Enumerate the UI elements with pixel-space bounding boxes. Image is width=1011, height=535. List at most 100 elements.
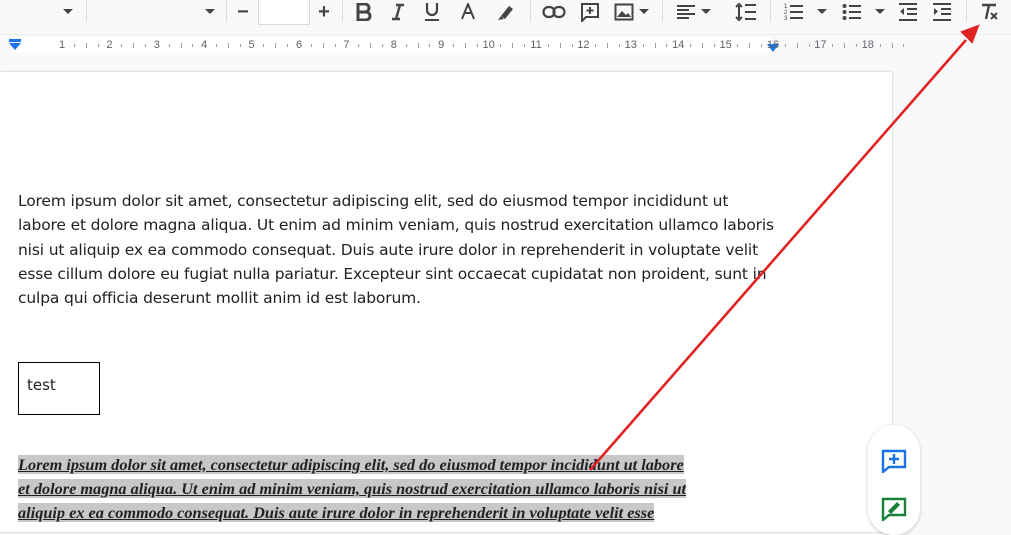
add-comment-icon[interactable] (881, 449, 907, 478)
ruler-number: 3 (153, 39, 160, 51)
ruler-tick (358, 44, 360, 47)
table-cell[interactable]: test (18, 362, 100, 415)
ruler-number: 10 (482, 39, 495, 51)
ruler-tick (855, 44, 857, 47)
formatted-line: aliquip ex ea commodo consequat. Duis au… (18, 503, 655, 523)
ruler-tick (618, 44, 620, 47)
ruler-tick (381, 44, 383, 47)
ruler-tick (417, 43, 419, 48)
ruler-tick (713, 44, 715, 47)
plus-label: + (318, 0, 330, 23)
align-dropdown-chevron-icon[interactable] (698, 0, 714, 24)
image-icon[interactable] (612, 0, 636, 24)
ruler-tick (476, 44, 478, 47)
ruler-number: 17 (814, 39, 827, 51)
ruler-tick (144, 44, 146, 47)
ruler-tick (524, 44, 526, 47)
ruler-tick (796, 43, 798, 48)
toolbar: − + 123 (0, 0, 1011, 28)
ruler-number: 2 (106, 39, 113, 51)
suggest-edit-icon[interactable] (881, 497, 907, 526)
ruler-number: 8 (390, 39, 397, 51)
ruler-tick (761, 44, 763, 47)
ruler-tick (808, 44, 810, 47)
ruler-tick (571, 44, 573, 47)
formatted-selected-paragraph[interactable]: Lorem ipsum dolor sit amet, consectetur … (18, 453, 798, 526)
clear-formatting-icon[interactable] (976, 0, 1002, 24)
underline-icon[interactable] (420, 0, 444, 24)
toolbar-divider (226, 0, 227, 22)
ruler-number: 11 (530, 39, 542, 51)
text-color-icon[interactable] (456, 0, 480, 24)
font-dropdown-chevron-icon[interactable] (200, 0, 220, 24)
left-indent-marker-icon[interactable] (8, 39, 22, 51)
ruler-tick (595, 44, 597, 47)
body-paragraph[interactable]: Lorem ipsum dolor sit amet, consectetur … (18, 189, 778, 310)
numbered-list-dropdown-chevron-icon[interactable] (814, 0, 830, 24)
ruler-tick (73, 44, 75, 47)
link-icon[interactable] (540, 0, 568, 24)
ruler-number: 13 (624, 39, 637, 51)
horizontal-ruler[interactable]: 1 2 3 4 5 6 7 8 9 10 11 12 13 14 15 16 17 18 (0, 34, 1011, 55)
highlight-icon[interactable] (494, 0, 518, 24)
align-icon[interactable] (674, 0, 698, 24)
ruler-tick (121, 44, 123, 47)
ruler-tick (701, 43, 703, 48)
ruler-tick (310, 44, 312, 47)
formatted-line: Lorem ipsum dolor sit amet, consectetur … (18, 455, 684, 474)
ruler-tick (559, 43, 561, 48)
line-spacing-icon[interactable] (734, 0, 758, 24)
ruler-number: 18 (861, 39, 874, 51)
ruler-tick (737, 44, 739, 47)
ruler-tick (192, 44, 194, 47)
decrease-indent-icon[interactable] (896, 0, 920, 24)
toolbar-divider (662, 0, 663, 22)
ruler-number: 4 (201, 39, 208, 51)
ruler-number: 6 (295, 39, 303, 51)
ruler-number: 9 (438, 39, 445, 51)
ruler-tick (607, 43, 609, 48)
ruler-tick (334, 44, 336, 47)
toolbar-divider (966, 0, 967, 22)
toolbar-divider (770, 0, 771, 22)
bulleted-list-dropdown-chevron-icon[interactable] (872, 0, 888, 24)
ruler-tick (844, 43, 846, 48)
ruler-number: 5 (248, 39, 255, 51)
ruler-tick (239, 44, 241, 47)
increase-indent-icon[interactable] (930, 0, 954, 24)
bulleted-list-icon[interactable] (840, 0, 864, 24)
ruler-tick (133, 43, 135, 48)
ruler-number: 14 (672, 39, 685, 51)
decrease-font-size-button[interactable]: − (228, 0, 258, 24)
ruler-tick (370, 43, 372, 48)
ruler-tick (784, 44, 786, 47)
ruler-tick (429, 44, 431, 47)
ruler-tick (464, 43, 466, 48)
ruler-number: 7 (343, 39, 350, 51)
ruler-tick (453, 44, 455, 47)
ruler-tick (832, 44, 834, 47)
ruler-tick (322, 43, 324, 48)
ruler-tick (642, 44, 644, 47)
formatted-line: et dolore magna aliqua. Ut enim ad minim… (18, 479, 687, 499)
toolbar-divider (86, 0, 87, 22)
ruler-tick (263, 44, 265, 47)
increase-font-size-button[interactable]: + (310, 0, 338, 24)
svg-text:3: 3 (784, 16, 788, 22)
ruler-tick (85, 43, 87, 48)
image-dropdown-chevron-icon[interactable] (636, 0, 652, 24)
numbered-list-icon[interactable]: 123 (782, 0, 806, 24)
comment-add-icon[interactable] (578, 0, 602, 24)
font-size-input[interactable] (258, 0, 310, 25)
ruler-tick (749, 43, 751, 48)
ruler-tick (891, 43, 893, 48)
bold-icon[interactable] (352, 0, 376, 24)
ruler-tick (690, 44, 692, 47)
ruler-tick (666, 44, 668, 47)
toolbar-divider (530, 0, 531, 22)
ruler-tick (227, 43, 229, 48)
ruler-tick (903, 44, 905, 47)
italic-icon[interactable] (386, 0, 410, 24)
style-dropdown-chevron-icon[interactable] (58, 0, 78, 24)
side-action-panel (868, 425, 920, 535)
